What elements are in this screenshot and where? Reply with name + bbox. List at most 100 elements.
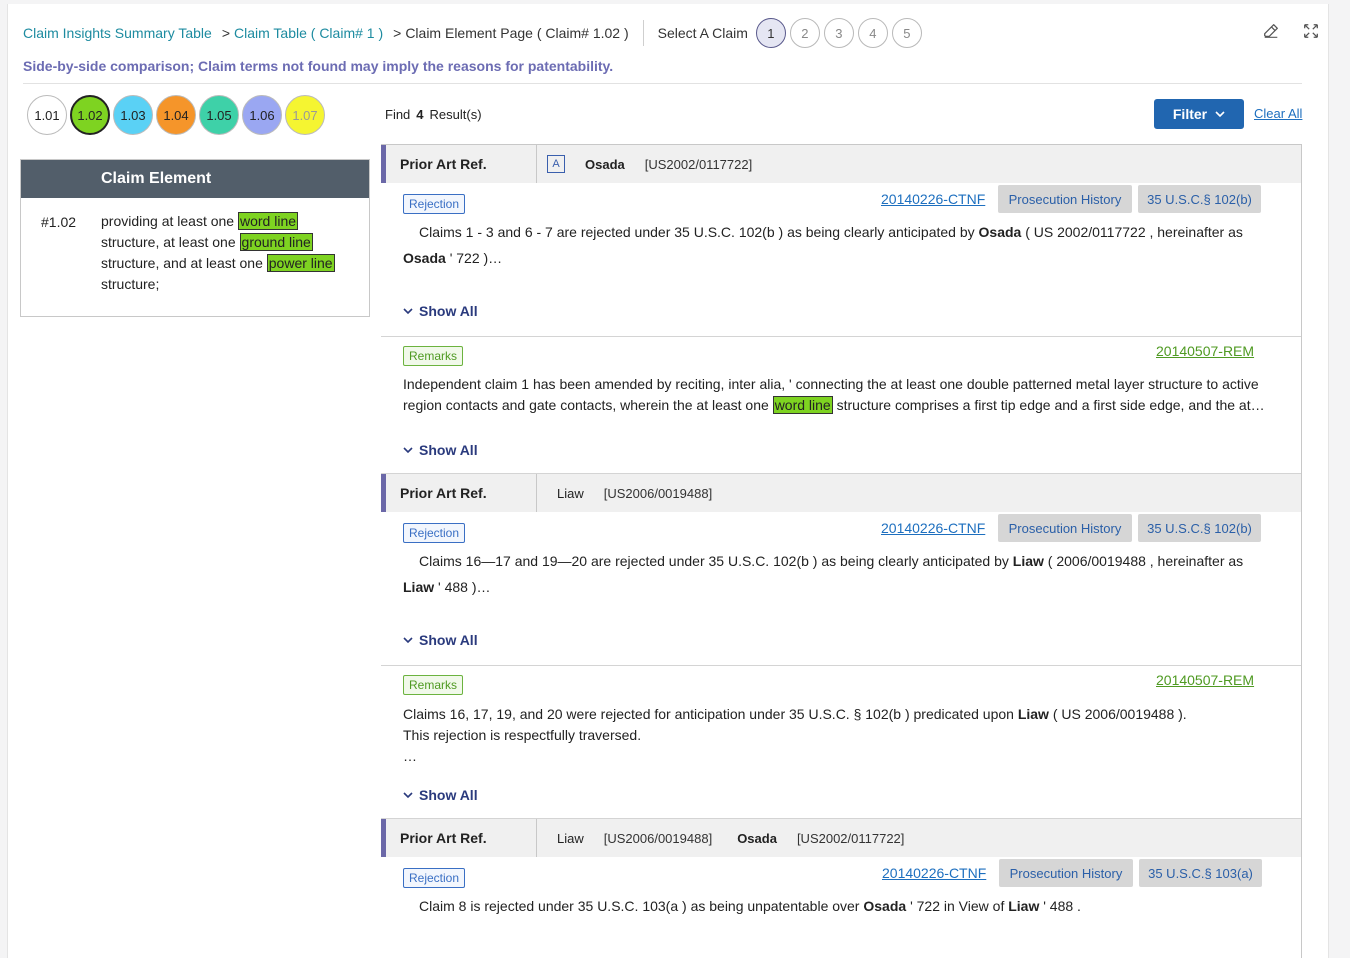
text-part: ' 722 )… (445, 250, 503, 266)
claim-element-text: providing at least one word line structu… (101, 211, 351, 295)
text-part: Claim 8 is rejected under 35 U.S.C. 103(… (419, 898, 864, 914)
remarks-text: Independent claim 1 has been amended by … (403, 374, 1283, 416)
prior-art-label: Prior Art Ref. (386, 819, 537, 857)
chevron-down-icon (403, 792, 413, 799)
show-all-toggle[interactable]: Show All (403, 632, 478, 648)
rejection-item: Rejection 20140226-CTNF Prosecution Hist… (381, 183, 1301, 337)
show-all-label: Show All (419, 632, 478, 648)
text-part: structure comprises a first tip edge and… (832, 397, 1265, 413)
text-part: ( 2006/0019488 , hereinafter as (1043, 553, 1244, 569)
ref-name: Osada (737, 830, 777, 846)
remarks-line: … (403, 748, 417, 764)
text-part: Claims 16, 17, 19, and 20 were rejected … (403, 706, 1018, 722)
highlight-ground-line: ground line (239, 233, 313, 251)
highlight-power-line: power line (266, 254, 335, 272)
ref-bold: Liaw (1012, 553, 1044, 569)
ref-bold: Liaw (403, 579, 435, 595)
element-circle-1-06[interactable]: 1.06 (242, 95, 282, 135)
rejection-text: Claim 8 is rejected under 35 U.S.C. 103(… (403, 893, 1283, 919)
result-count: Find 4 Result(s) (385, 107, 482, 122)
highlight-word-line: word line (772, 396, 833, 414)
element-circle-1-02[interactable]: 1.02 (70, 95, 110, 135)
ref-name: Osada (585, 156, 625, 172)
page-subtitle: Side-by-side comparison; Claim terms not… (23, 58, 614, 74)
filter-button[interactable]: Filter (1154, 99, 1244, 129)
results-list[interactable]: Prior Art Ref. A Osada [US2002/0117722] … (381, 144, 1302, 958)
ref-number: [US2006/0019488] (603, 485, 713, 501)
clear-all-link[interactable]: Clear All (1254, 106, 1302, 121)
doc-link[interactable]: 20140507-REM (1156, 672, 1254, 688)
element-circle-1-03[interactable]: 1.03 (113, 95, 153, 135)
ref-bold: Liaw (1017, 706, 1049, 722)
chevron-down-icon (1215, 111, 1225, 118)
doc-link[interactable]: 20140226-CTNF (881, 191, 985, 207)
prior-art-row: Prior Art Ref. Liaw [US2006/0019488] Osa… (381, 819, 1301, 857)
doc-link[interactable]: 20140507-REM (1156, 343, 1254, 359)
ref-bold: Liaw (1008, 898, 1040, 914)
doc-link[interactable]: 20140226-CTNF (882, 865, 986, 881)
ref-name: Liaw (557, 485, 584, 501)
text-part: Claims 1 - 3 and 6 - 7 are rejected unde… (419, 224, 979, 240)
rejection-tag: Rejection (403, 868, 466, 888)
show-all-toggle[interactable]: Show All (403, 303, 478, 319)
claim-button-4[interactable]: 4 (857, 18, 888, 48)
element-circle-1-04[interactable]: 1.04 (156, 95, 196, 135)
breadcrumb-summary-table[interactable]: Claim Insights Summary Table (23, 25, 212, 41)
ref-badge: A (547, 155, 565, 173)
element-circle-1-05[interactable]: 1.05 (199, 95, 239, 135)
text-part: ( US 2002/0117722 , hereinafter as (1021, 224, 1243, 240)
doc-link[interactable]: 20140226-CTNF (881, 520, 985, 536)
breadcrumb-claim-table[interactable]: Claim Table ( Claim# 1 ) (234, 25, 383, 41)
find-count: 4 (416, 107, 424, 122)
prior-art-refs: Liaw [US2006/0019488] Osada [US2002/0117… (537, 831, 929, 846)
rejection-text: Claims 16—17 and 19—20 are rejected unde… (403, 548, 1283, 574)
show-all-toggle[interactable]: Show All (403, 442, 478, 458)
text-part: ' 722 in View of (906, 898, 1009, 914)
breadcrumb: Claim Insights Summary Table > Claim Tab… (23, 18, 926, 48)
statute-button[interactable]: 35 U.S.C.§ 103(a) (1139, 859, 1262, 887)
claim-button-5[interactable]: 5 (891, 18, 922, 48)
claim-button-2[interactable]: 2 (789, 18, 820, 48)
select-claim-label: Select A Claim (657, 25, 748, 41)
remarks-item: Remarks 20140507-REM Claims 16, 17, 19, … (381, 666, 1301, 819)
text-part: providing at least one (101, 213, 238, 229)
remarks-tag: Remarks (403, 675, 464, 695)
breadcrumb-separator: > (221, 25, 230, 41)
ref-bold: Osada (863, 898, 907, 914)
prior-art-row: Prior Art Ref. Liaw [US2006/0019488] (381, 474, 1301, 512)
divider (642, 20, 644, 46)
rejection-tag: Rejection (403, 523, 466, 543)
prosecution-history-button[interactable]: Prosecution History (999, 859, 1133, 887)
rejection-text: Claims 1 - 3 and 6 - 7 are rejected unde… (403, 219, 1283, 245)
text-part: ' 488 )… (434, 579, 491, 595)
chevron-down-icon (403, 447, 413, 454)
prosecution-history-button[interactable]: Prosecution History (998, 185, 1132, 213)
prosecution-history-button[interactable]: Prosecution History (998, 514, 1132, 542)
remarks-text: Claims 16, 17, 19, and 20 were rejected … (403, 704, 1283, 767)
claim-button-1[interactable]: 1 (755, 18, 786, 48)
statute-button[interactable]: 35 U.S.C.§ 102(b) (1138, 185, 1261, 213)
filter-label: Filter (1172, 106, 1208, 122)
eraser-icon[interactable] (1262, 22, 1280, 43)
prior-art-label: Prior Art Ref. (386, 145, 537, 183)
show-all-toggle[interactable]: Show All (403, 787, 478, 803)
text-part: structure, at least one (101, 234, 240, 250)
claim-element-selector: 1.01 1.02 1.03 1.04 1.05 1.06 1.07 (27, 95, 328, 135)
element-circle-1-01[interactable]: 1.01 (27, 95, 67, 135)
fullscreen-icon[interactable] (1302, 22, 1320, 43)
prior-art-label: Prior Art Ref. (386, 474, 537, 512)
remarks-line: Claims 16, 17, 19, and 20 were rejected … (403, 704, 1283, 725)
claim-element-header: Claim Element (21, 160, 369, 198)
ref-bold: Osada (978, 224, 1022, 240)
text-part: Claims 16—17 and 19—20 are rejected unde… (419, 553, 1013, 569)
rejection-tag: Rejection (403, 194, 466, 214)
find-suffix: Result(s) (429, 107, 482, 122)
claim-button-3[interactable]: 3 (823, 18, 854, 48)
rejection-item: Rejection 20140226-CTNF Prosecution Hist… (381, 857, 1301, 957)
ref-name: Liaw (557, 830, 584, 846)
statute-button[interactable]: 35 U.S.C.§ 102(b) (1138, 514, 1261, 542)
claim-element-panel: Claim Element #1.02 providing at least o… (20, 159, 370, 317)
ref-number: [US2002/0117722] (644, 156, 753, 172)
element-circle-1-07[interactable]: 1.07 (285, 95, 325, 135)
remarks-line: This rejection is respectfully traversed… (403, 727, 642, 743)
